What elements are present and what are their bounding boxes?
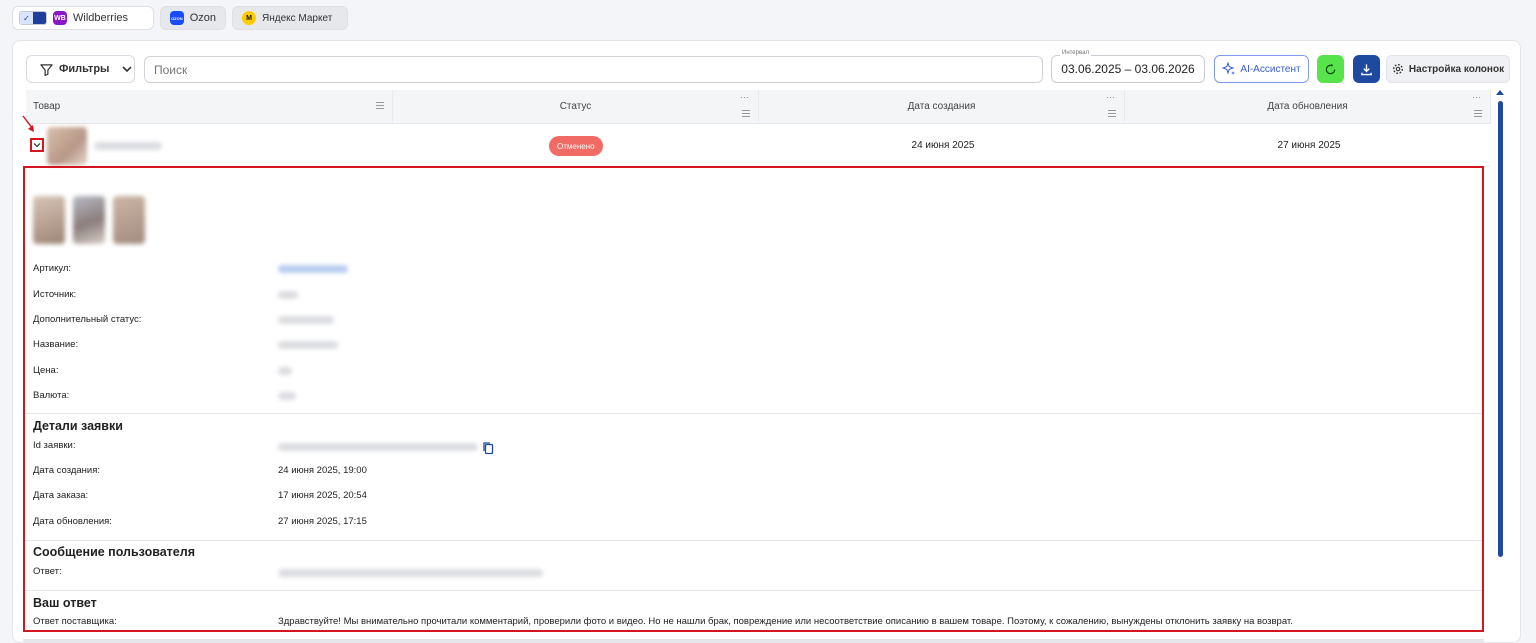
order-date-label: Дата заказа: [33,490,89,501]
request-id-value-redacted [278,443,478,451]
ai-assistant-button[interactable]: AI-Ассистент [1214,55,1309,83]
date-range-picker[interactable]: Интервал 03.06.2025 – 03.06.2026 [1051,50,1205,83]
currency-label: Валюта: [33,390,70,401]
user-answer-value-redacted [278,569,543,577]
tab-ozon-label: Ozon [189,12,216,24]
filter-icon [40,63,53,76]
extra-status-value-redacted [278,316,334,324]
horizontal-scrollbar[interactable] [23,639,1484,643]
scroll-up-icon[interactable] [1496,90,1504,95]
wildberries-logo-icon: WB [53,11,67,25]
yandex-market-logo-icon: M [242,11,256,25]
column-header-label: Дата обновления [1267,101,1348,112]
user-message-heading: Сообщение пользователя [33,545,195,559]
expand-row-button[interactable] [30,138,44,152]
chevron-down-icon [33,143,41,148]
marketplace-tabs: ✓ WB Wildberries OZON Ozon M Яндекс Марк… [12,6,348,30]
status-badge: Отменено [549,136,603,156]
sparkle-icon [1222,62,1236,75]
chevron-down-icon [122,66,133,73]
column-header-product[interactable]: Товар [26,90,393,123]
more-icon[interactable]: … [1106,91,1115,100]
ai-assistant-label: AI-Ассистент [1240,63,1301,75]
red-arrow-annotation-icon [22,115,34,132]
currency-value-redacted [278,392,296,400]
supplier-answer-value: Здравствуйте! Мы внимательно прочитали к… [278,616,1293,627]
updated-date-value: 27 июня 2025, 17:15 [278,516,367,527]
toolbar: Фильтры Интервал 03.06.2025 – 03.06.2026… [26,50,1510,83]
created-date-cell: 24 июня 2025 [911,140,975,151]
article-label: Артикул: [33,263,72,274]
tab-yandex-market[interactable]: M Яндекс Маркет [232,6,348,30]
table-header: Товар Статус … Дата создания … Дата обно… [26,90,1491,124]
copy-icon[interactable] [482,441,494,455]
column-header-label: Дата создания [907,101,976,112]
column-header-status[interactable]: Статус … [393,90,759,123]
your-answer-heading: Ваш ответ [33,596,97,610]
check-icon: ✓ [20,12,33,24]
filters-label: Фильтры [59,63,110,75]
toggle-switch[interactable]: ✓ [19,11,47,25]
divider [25,590,1482,591]
product-photo[interactable] [113,196,145,244]
name-label: Название: [33,339,79,350]
more-icon[interactable]: … [740,91,749,100]
order-date-value: 17 июня 2025, 20:54 [278,490,367,501]
product-photos [33,196,145,244]
price-value-redacted [278,367,292,375]
expanded-details-panel: Артикул: Источник: Дополнительный статус… [23,166,1484,632]
product-photo[interactable] [73,196,105,244]
scrollbar-thumb[interactable] [1498,101,1503,557]
created-date-label: Дата создания: [33,465,101,476]
date-range-label: Интервал [1060,50,1091,56]
source-value-redacted [278,291,298,299]
divider [25,413,1482,414]
column-menu-icon[interactable] [376,102,384,103]
updated-date-label: Дата обновления: [33,516,112,527]
download-icon [1361,63,1372,75]
filters-button[interactable]: Фильтры [26,55,135,83]
column-settings-button[interactable]: Настройка колонок [1386,55,1510,83]
divider [25,540,1482,541]
product-thumbnail [47,127,87,165]
tab-yandex-label: Яндекс Маркет [262,12,333,24]
refresh-icon [1325,63,1336,74]
column-menu-icon[interactable] [1108,110,1116,111]
ozon-logo-icon: OZON [170,11,184,25]
request-details-heading: Детали заявки [33,419,123,433]
user-answer-label: Ответ: [33,566,62,577]
search-input[interactable] [144,56,1043,83]
column-header-created[interactable]: Дата создания … [759,90,1125,123]
column-header-label: Статус [559,101,592,112]
extra-status-label: Дополнительный статус: [33,314,142,325]
supplier-answer-label: Ответ поставщика: [33,616,117,627]
column-menu-icon[interactable] [742,110,750,111]
table-row[interactable]: Отменено 24 июня 2025 27 июня 2025 [26,125,1491,167]
column-settings-label: Настройка колонок [1408,63,1505,75]
date-range-value: 03.06.2025 – 03.06.2026 [1061,62,1195,76]
column-header-label: Товар [33,101,61,112]
product-name-redacted [94,142,162,150]
article-value-redacted[interactable] [278,265,348,273]
more-icon[interactable]: … [1472,91,1481,100]
name-value-redacted [278,341,338,349]
download-button[interactable] [1353,55,1380,83]
column-header-updated[interactable]: Дата обновления … [1125,90,1491,123]
updated-date-cell: 27 июня 2025 [1277,140,1341,151]
created-date-value: 24 июня 2025, 19:00 [278,465,367,476]
marketplace-toggle[interactable]: ✓ WB Wildberries [12,6,154,30]
column-menu-icon[interactable] [1474,110,1482,111]
tab-ozon[interactable]: OZON Ozon [160,6,226,30]
refresh-button[interactable] [1317,55,1344,83]
tab-wildberries-label: Wildberries [73,12,129,24]
request-id-label: Id заявки: [33,440,76,451]
source-label: Источник: [33,289,77,300]
product-photo[interactable] [33,196,65,244]
price-label: Цена: [33,365,59,376]
gear-icon [1392,64,1403,74]
